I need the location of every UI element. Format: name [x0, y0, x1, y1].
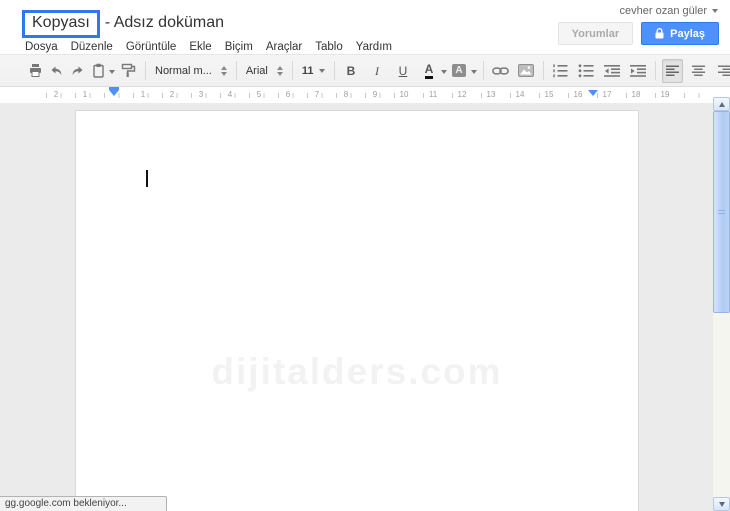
ruler-number: 3 [196, 90, 206, 100]
updown-icon [220, 65, 227, 76]
left-indent-marker[interactable] [109, 87, 119, 96]
menu-bar: Dosya Düzenle Görüntüle Ekle Biçim Araçlar Tab… [25, 41, 392, 53]
align-right-icon[interactable] [714, 59, 730, 83]
scroll-down-button[interactable] [713, 497, 730, 511]
text-cursor [146, 170, 148, 187]
scrollbar-thumb[interactable] [713, 111, 730, 313]
paste-dropdown-icon[interactable] [109, 70, 115, 77]
google-docs-window: cevher ozan güler Kopyası - Adsız doküma… [0, 0, 730, 511]
vertical-scrollbar[interactable] [713, 97, 730, 511]
comments-button[interactable]: Yorumlar [557, 22, 634, 45]
menu-item-dosya[interactable]: Dosya [25, 41, 58, 53]
toolbar: Normal m... Arial 11 B I U A A [0, 54, 730, 87]
ruler-number: 9 [370, 90, 380, 100]
share-button-label: Paylaş [670, 27, 705, 40]
ruler-number: 13 [484, 90, 498, 100]
ruler-number: 16 [571, 90, 585, 100]
share-button[interactable]: Paylaş [641, 22, 719, 45]
italic-button[interactable]: I [367, 59, 388, 83]
ruler-number: 17 [600, 90, 614, 100]
document-canvas: dijitalders.com [0, 103, 713, 511]
menu-item-araçlar[interactable]: Araçlar [266, 41, 302, 53]
paragraph-style-value: Normal m... [155, 64, 212, 77]
updown-icon [276, 65, 283, 76]
right-indent-marker[interactable] [588, 90, 598, 96]
arrow-up-icon [718, 101, 725, 107]
document-page[interactable]: dijitalders.com [75, 110, 639, 511]
ruler: 2 1 1 2 3 4 5 6 7 8 9 10 11 12 13 14 15 16 17 18 19 [0, 87, 713, 103]
text-color-button[interactable]: A [419, 59, 440, 83]
ruler-number: 8 [341, 90, 351, 100]
menu-item-yardım[interactable]: Yardım [356, 41, 392, 53]
undo-icon[interactable] [46, 59, 67, 83]
paste-icon[interactable] [88, 59, 109, 83]
highlight-dropdown-icon[interactable] [470, 70, 477, 77]
toolbar-separator [482, 61, 484, 80]
ruler-number: 19 [658, 90, 672, 100]
font-size-select[interactable]: 11 [299, 65, 328, 77]
arrow-down-icon [718, 501, 725, 507]
align-left-icon[interactable] [661, 58, 683, 83]
highlight-color-button[interactable]: A [449, 59, 470, 83]
title-highlight-text: Kopyası [32, 14, 90, 31]
header-actions: Yorumlar Paylaş [557, 22, 719, 45]
font-family-select[interactable]: Arial [243, 65, 286, 77]
ruler-number: 14 [513, 90, 527, 100]
ruler-number: 15 [542, 90, 556, 100]
browser-status-popup: gg.google.com bekleniyor... [0, 496, 167, 511]
ruler-number: 1 [138, 90, 148, 100]
menu-item-biçim[interactable]: Biçim [225, 41, 253, 53]
ruler-number: 2 [51, 90, 61, 100]
increase-indent-icon[interactable] [628, 59, 649, 83]
underline-button[interactable]: U [393, 59, 414, 83]
ruler-number: 7 [312, 90, 322, 100]
watermark: dijitalders.com [211, 351, 503, 392]
toolbar-separator [654, 61, 656, 80]
toolbar-separator [235, 61, 237, 80]
menu-item-görüntüle[interactable]: Görüntüle [126, 41, 177, 53]
toolbar-separator [542, 61, 544, 80]
chevron-down-icon [712, 9, 718, 16]
lock-icon [655, 28, 664, 39]
account-menu[interactable]: cevher ozan güler [620, 5, 718, 17]
document-title[interactable]: - Adsız doküman [105, 14, 224, 34]
decrease-indent-icon[interactable] [602, 59, 623, 83]
ruler-number: 11 [426, 90, 440, 100]
toolbar-separator [291, 61, 293, 80]
paint-format-icon[interactable] [118, 59, 139, 83]
align-center-icon[interactable] [688, 59, 709, 83]
ruler-number: 6 [283, 90, 293, 100]
scroll-up-button[interactable] [713, 97, 730, 111]
chevron-down-icon [318, 68, 325, 76]
menu-item-tablo[interactable]: Tablo [315, 41, 343, 53]
ruler-number: 4 [225, 90, 235, 100]
ruler-number: 18 [629, 90, 643, 100]
menu-item-düzenle[interactable]: Düzenle [71, 41, 113, 53]
document-title-highlighted[interactable]: Kopyası [22, 10, 100, 38]
paragraph-style-select[interactable]: Normal m... [152, 65, 230, 77]
document-title-row: Kopyası - Adsız doküman [22, 10, 224, 38]
insert-link-icon[interactable] [490, 59, 511, 83]
insert-image-icon[interactable] [516, 59, 537, 83]
ruler-number: 12 [455, 90, 469, 100]
ruler-number: 1 [80, 90, 90, 100]
bulleted-list-icon[interactable] [576, 59, 597, 83]
text-color-dropdown-icon[interactable] [440, 70, 447, 77]
account-name: cevher ozan güler [619, 5, 707, 17]
toolbar-separator [333, 61, 335, 80]
font-family-value: Arial [245, 64, 268, 77]
numbered-list-icon[interactable] [550, 59, 571, 83]
ruler-number: 2 [167, 90, 177, 100]
ruler-number: 5 [254, 90, 264, 100]
redo-icon[interactable] [67, 59, 88, 83]
menu-item-ekle[interactable]: Ekle [189, 41, 211, 53]
bold-button[interactable]: B [341, 59, 362, 83]
toolbar-separator [145, 61, 146, 80]
font-size-value: 11 [301, 64, 314, 77]
print-icon[interactable] [25, 59, 46, 83]
ruler-number: 10 [397, 90, 411, 100]
